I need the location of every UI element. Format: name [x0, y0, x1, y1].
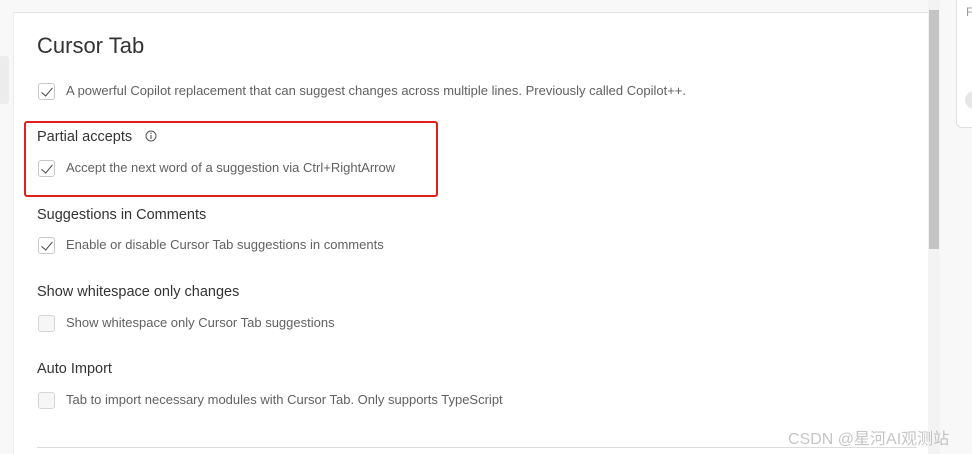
- right-card: F: [956, 0, 972, 128]
- scrollbar-thumb[interactable]: [929, 10, 939, 249]
- section-title: Cursor Tab: [37, 33, 145, 58]
- auto-import-checkbox[interactable]: [38, 392, 55, 409]
- whitespace-changes-heading: Show whitespace only changes: [37, 284, 240, 300]
- section-divider: [37, 447, 917, 448]
- cursor-tab-enable-checkbox[interactable]: [38, 83, 55, 100]
- suggestions-in-comments-heading: Suggestions in Comments: [37, 207, 207, 223]
- top-border: [0, 0, 940, 13]
- suggestions-in-comments-checkbox[interactable]: [38, 237, 55, 254]
- right-card-text: F: [966, 5, 972, 19]
- whitespace-changes-checkbox[interactable]: [38, 315, 55, 332]
- suggestions-in-comments-label: Enable or disable Cursor Tab suggestions…: [66, 237, 384, 252]
- right-card-toggle[interactable]: [965, 91, 972, 109]
- settings-panel: [14, 13, 928, 454]
- highlight-annotation-box: [24, 121, 438, 197]
- left-sidebar-edge: [0, 12, 14, 454]
- cursor-tab-enable-label: A powerful Copilot replacement that can …: [66, 83, 687, 98]
- vertical-scrollbar[interactable]: [928, 0, 940, 454]
- auto-import-label: Tab to import necessary modules with Cur…: [66, 392, 503, 407]
- whitespace-changes-label: Show whitespace only Cursor Tab suggesti…: [66, 315, 335, 330]
- right-pane: F: [940, 0, 972, 454]
- auto-import-heading: Auto Import: [37, 361, 112, 377]
- watermark-text: CSDN @星河AI观测站: [788, 431, 950, 448]
- sidebar-tab-handle[interactable]: [0, 56, 9, 104]
